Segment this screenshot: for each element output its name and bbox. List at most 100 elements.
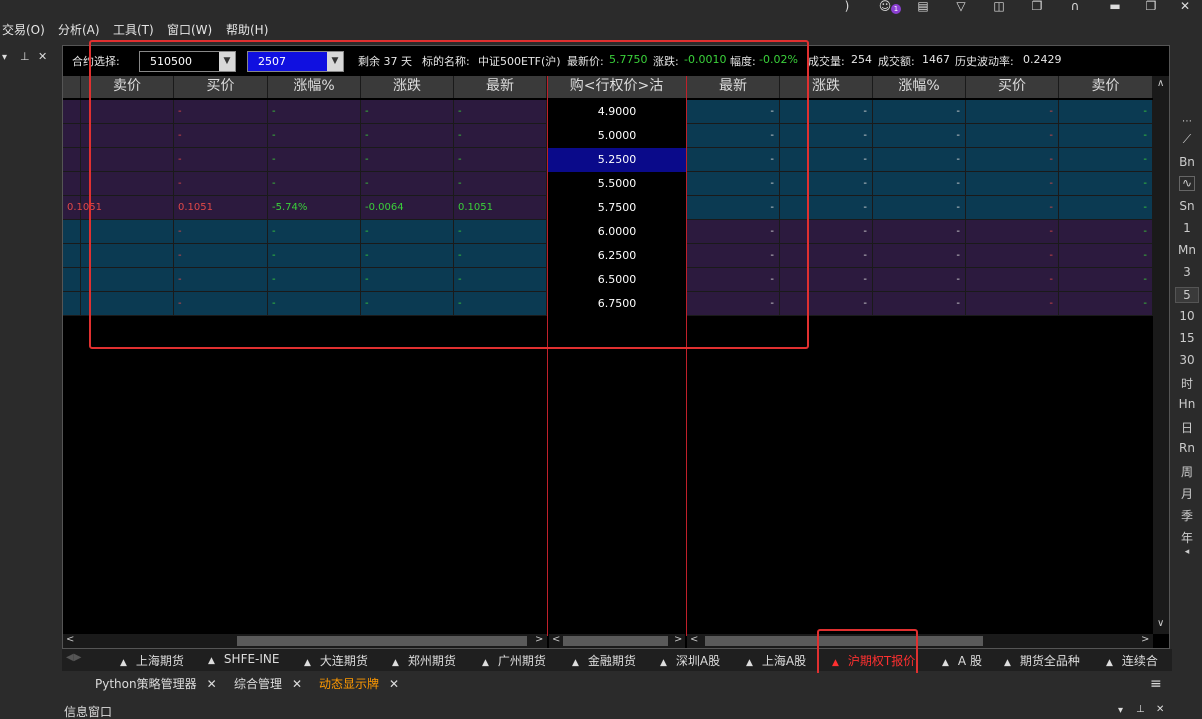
tab-a-shares[interactable]: ▲ A 股 [942, 652, 982, 669]
tab-prev-icon[interactable]: ◀▶ [66, 652, 81, 663]
menu-icon[interactable]: ≡ [1150, 673, 1162, 695]
col-bid[interactable]: 买价 [966, 76, 1059, 98]
tab-shanghai-a[interactable]: ▲ 上海A股 [746, 652, 806, 669]
dock-close-icon[interactable]: ✕ [38, 50, 47, 63]
scroll-right-icon[interactable]: > [535, 634, 543, 645]
user-icon[interactable]: ☺ [878, 0, 892, 12]
period-button[interactable]: Rn [1172, 441, 1202, 455]
dock-dropdown-icon[interactable]: ▾ [1118, 705, 1123, 716]
chart-icon[interactable]: ◫ [992, 0, 1006, 12]
strike-horizontal-scrollbar[interactable]: < > [549, 634, 685, 648]
hist-volatility-value: 0.2429 [1023, 53, 1062, 66]
tab-guangzhou-futures[interactable]: ▲ 广州期货 [482, 652, 546, 669]
put-ask-cell: - [1059, 220, 1153, 243]
put-bid-cell: - [966, 172, 1059, 195]
turnover-value: 1467 [922, 53, 950, 66]
put-pct-cell: - [873, 172, 966, 195]
rss-icon[interactable]: ) [840, 0, 854, 12]
doctab-python-strategy[interactable]: Python策略管理器 ✕ [95, 673, 217, 695]
put-horizontal-scrollbar[interactable]: < > [687, 634, 1153, 648]
scroll-thumb[interactable] [563, 636, 668, 646]
period-button[interactable]: 1 [1172, 221, 1202, 235]
period-toolbar: ⋯ ⟋ ∿ ◂ Bn Sn 1 Mn 3 5 10 15 30 时 Hn 日 Rn 周月季年 [1172, 40, 1202, 660]
pin-icon[interactable]: ⊥ [1136, 704, 1145, 715]
scroll-thumb[interactable] [237, 636, 527, 646]
dock-dropdown-icon[interactable]: ▾ [2, 52, 7, 63]
put-pct-cell: - [873, 196, 966, 219]
put-ask-cell: - [1059, 100, 1153, 123]
tab-financial-futures[interactable]: ▲ 金融期货 [572, 652, 636, 669]
col-ask[interactable]: 卖价 [1059, 76, 1153, 98]
more-icon[interactable]: ⋯ [1172, 116, 1202, 127]
call-horizontal-scrollbar[interactable]: < > [63, 634, 547, 648]
put-bid-cell: - [966, 244, 1059, 267]
document-icon[interactable]: ▤ [916, 0, 930, 12]
close-icon[interactable]: ✕ [207, 677, 217, 691]
scroll-left-icon[interactable]: < [66, 634, 74, 645]
collapse-icon[interactable]: ◂ [1172, 547, 1202, 557]
put-pct-cell: - [873, 244, 966, 267]
tab-continuous[interactable]: ▲ 连续合 [1106, 652, 1172, 669]
tab-zhengzhou-futures[interactable]: ▲ 郑州期货 [392, 652, 456, 669]
tab-shanghai-futures[interactable]: ▲ 上海期货 [120, 652, 184, 669]
scroll-right-icon[interactable]: > [1141, 634, 1149, 645]
menu-window[interactable]: 窗口(W) [167, 21, 212, 38]
period-button[interactable]: 周 [1172, 463, 1202, 480]
scroll-left-icon[interactable]: < [690, 634, 698, 645]
period-button[interactable]: Bn [1172, 155, 1202, 169]
highlight-box-quote [89, 40, 809, 349]
period-button[interactable]: 30 [1172, 353, 1202, 367]
tab-shenzhen-a[interactable]: ▲ 深圳A股 [660, 652, 720, 669]
menu-tools[interactable]: 工具(T) [113, 21, 154, 38]
put-bid-cell: - [966, 124, 1059, 147]
line-chart-icon[interactable]: ⟋ [1172, 132, 1202, 147]
close-icon[interactable]: ✕ [1156, 704, 1164, 715]
restore-icon[interactable]: ❐ [1144, 0, 1158, 12]
period-button[interactable]: 5 [1175, 287, 1199, 303]
close-icon[interactable]: ✕ [1178, 0, 1192, 12]
col-pct[interactable]: 涨幅% [873, 76, 966, 98]
vertical-scrollbar[interactable]: ∧ ∨ [1153, 76, 1169, 634]
tab-dalian-futures[interactable]: ▲ 大连期货 [304, 652, 368, 669]
period-button[interactable]: Sn [1172, 199, 1202, 213]
menu-trade[interactable]: 交易(O) [2, 21, 45, 38]
period-button[interactable]: 时 [1172, 375, 1202, 392]
info-window-pane: 信息窗口 ▾ ⊥ ✕ [62, 704, 1172, 719]
put-ask-cell: - [1059, 172, 1153, 195]
period-button[interactable]: 季 [1172, 507, 1202, 524]
close-icon[interactable]: ✕ [292, 677, 302, 691]
put-ask-cell: - [1059, 268, 1153, 291]
period-button[interactable]: 10 [1172, 309, 1202, 323]
period-button[interactable]: 月 [1172, 485, 1202, 502]
pin-icon[interactable]: ⊥ [20, 50, 30, 63]
doctab-dynamic-board[interactable]: 动态显示牌 ✕ [319, 673, 399, 695]
put-ask-cell: - [1059, 196, 1153, 219]
minimize-icon[interactable]: ▬ [1108, 0, 1122, 12]
cart-icon[interactable]: ▽ [954, 0, 968, 12]
put-bid-cell: - [966, 220, 1059, 243]
menu-help[interactable]: 帮助(H) [226, 21, 268, 38]
volume-label: 成交量: [808, 55, 845, 68]
period-button[interactable]: Mn [1172, 243, 1202, 257]
tab-futures-all[interactable]: ▲ 期货全品种 [1004, 652, 1080, 669]
headset-icon[interactable]: ∩ [1068, 0, 1082, 12]
scroll-right-icon[interactable]: > [674, 634, 682, 645]
put-bid-cell: - [966, 148, 1059, 171]
close-icon[interactable]: ✕ [389, 677, 399, 691]
put-pct-cell: - [873, 268, 966, 291]
tab-shfe-ine[interactable]: ▲ SHFE-INE [208, 652, 279, 666]
scroll-up-icon[interactable]: ∧ [1157, 78, 1164, 89]
scroll-left-icon[interactable]: < [552, 634, 560, 645]
document-tab-bar: Python策略管理器 ✕ 综合管理 ✕ 动态显示牌 ✕ ≡ [62, 673, 1172, 695]
menu-analysis[interactable]: 分析(A) [58, 21, 100, 38]
period-button[interactable]: 年 [1172, 529, 1202, 546]
scroll-down-icon[interactable]: ∨ [1157, 618, 1164, 629]
doctab-general-management[interactable]: 综合管理 ✕ [234, 673, 302, 695]
trend-chart-icon[interactable]: ∿ [1179, 176, 1195, 191]
period-button[interactable]: 3 [1172, 265, 1202, 279]
period-button[interactable]: Hn [1172, 397, 1202, 411]
period-button[interactable]: 日 [1172, 419, 1202, 436]
volume-value: 254 [851, 53, 872, 66]
copy-icon[interactable]: ❐ [1030, 0, 1044, 12]
period-button[interactable]: 15 [1172, 331, 1202, 345]
